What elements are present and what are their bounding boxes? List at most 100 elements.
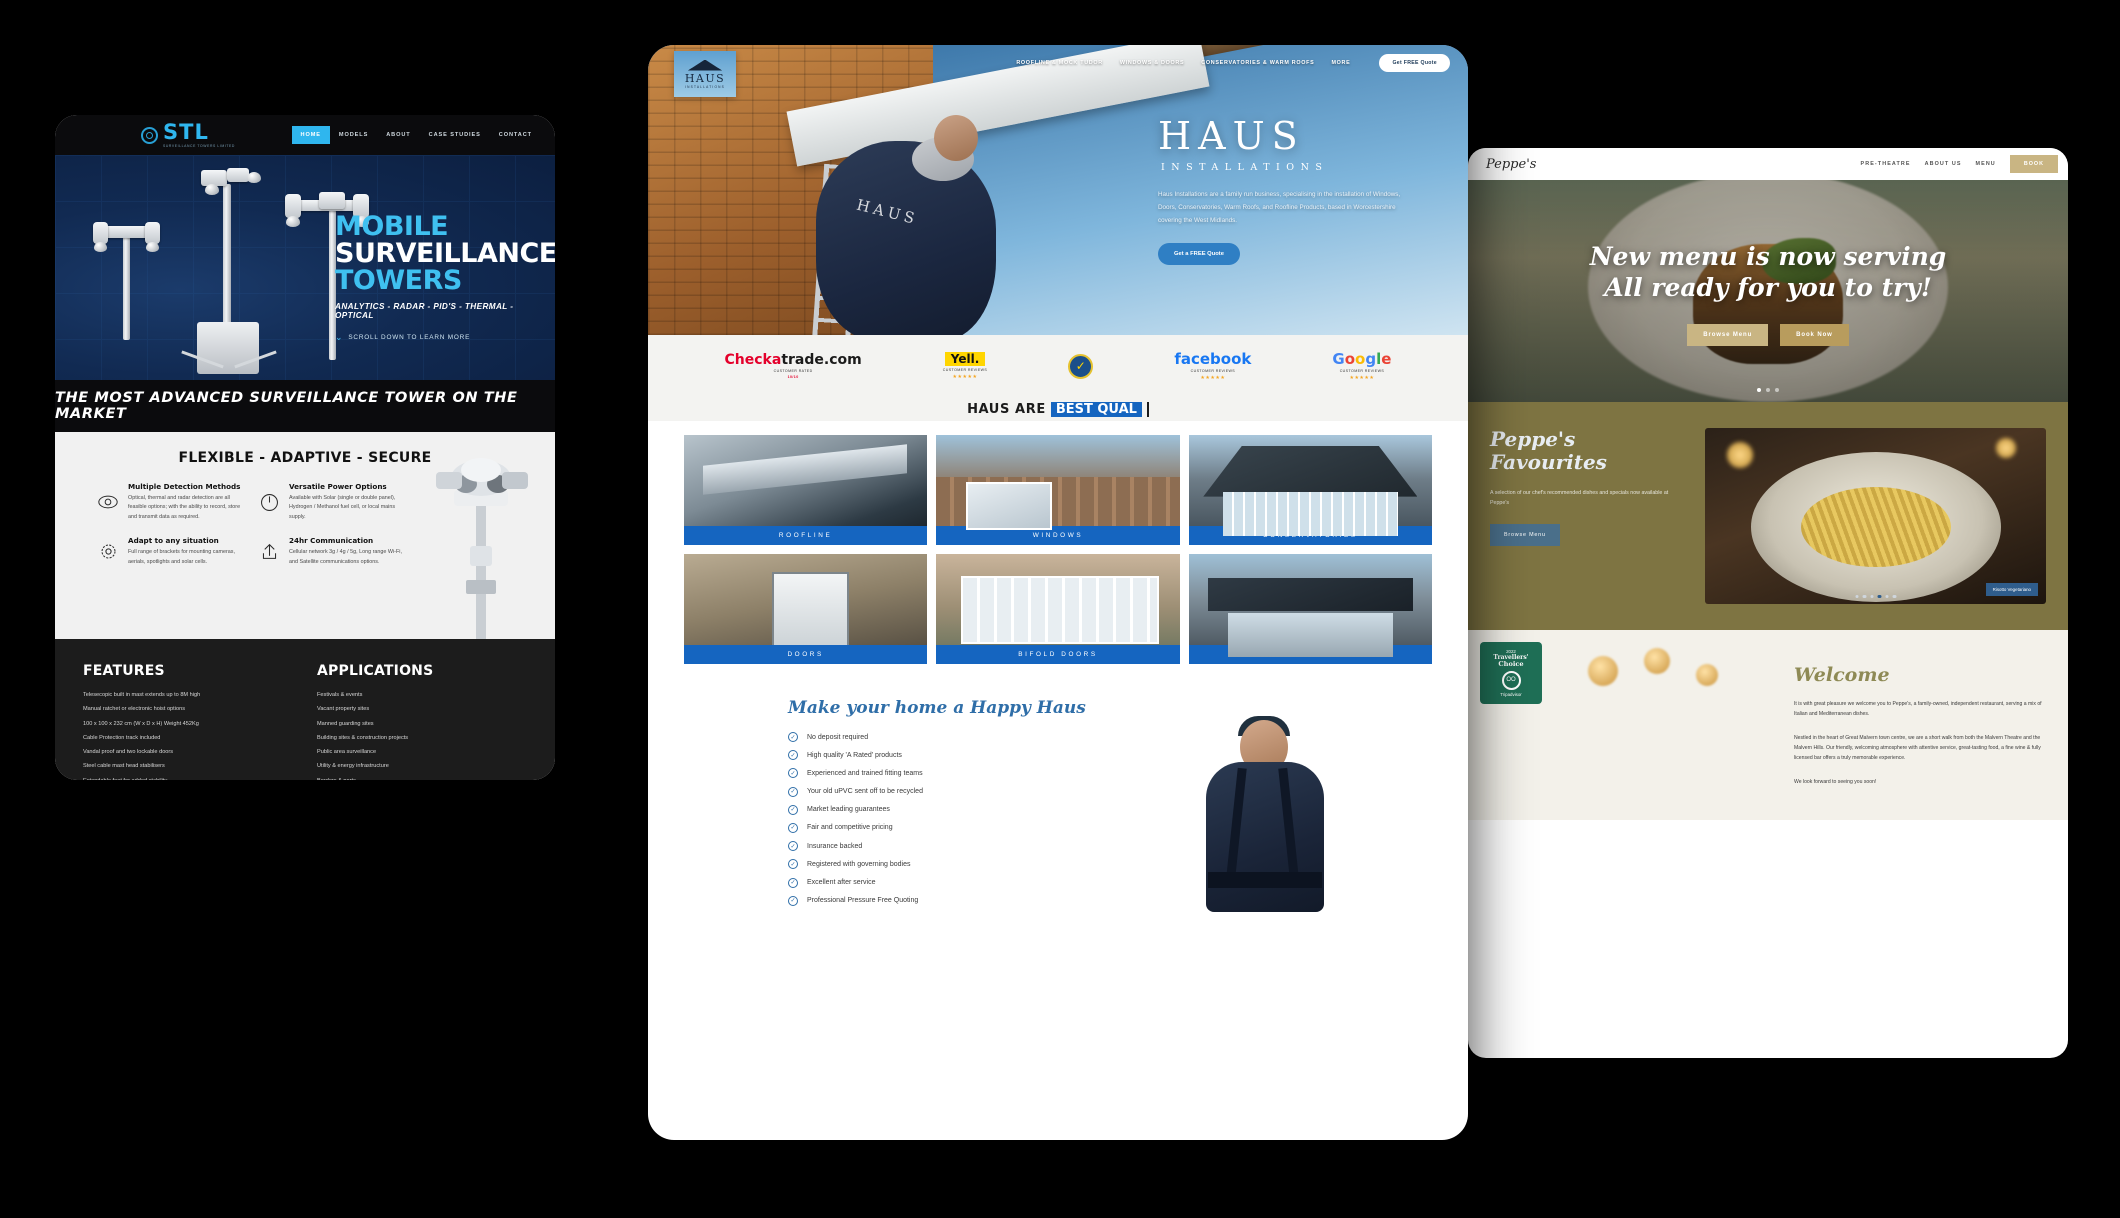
installer-jacket-logo: HAUS <box>854 195 921 229</box>
haus-happy-haus-section: Make your home a Happy Haus ✓ No deposit … <box>648 682 1468 912</box>
google-wordmark: Google <box>1332 349 1392 368</box>
list-item: Telesecopic built in mast extends up to … <box>83 692 201 698</box>
house-roof-icon <box>688 59 722 71</box>
peppes-logo[interactable]: Peppe's <box>1486 157 1536 172</box>
power-icon <box>258 482 280 522</box>
list-item: ✓ Fair and competitive pricing <box>788 822 1468 833</box>
stl-navbar: STL SURVEILLANCE TOWERS LIMITED HOME MOD… <box>55 115 555 155</box>
stl-nav-contact[interactable]: CONTACT <box>490 126 541 144</box>
haus-nav-conservatories[interactable]: CONSERVATORIES & WARM ROOFS <box>1201 60 1314 66</box>
haus-logo[interactable]: HAUS INSTALLATIONS <box>674 51 736 97</box>
list-item: Steel cable mast head stabilisers <box>83 763 165 770</box>
stl-nav-models[interactable]: MODELS <box>330 126 377 144</box>
peppes-favourites-title: Peppe's Favourites <box>1490 428 1685 474</box>
peppes-pendant-lamp <box>1696 664 1718 686</box>
peppes-nav-items: PRE-THEATRE ABOUT US MENU BOOK <box>1861 155 2068 173</box>
haus-hero-title: HAUS <box>1158 114 1305 158</box>
peppes-book-button[interactable]: BOOK <box>2009 155 2058 173</box>
eye-icon <box>97 482 119 522</box>
carousel-dot[interactable] <box>1892 594 1896 598</box>
check-circle-icon: ✓ <box>788 732 798 742</box>
peppes-fav-title-line1: Peppe's <box>1490 427 1576 451</box>
stl-logo-word: STL <box>163 120 209 144</box>
carousel-dot[interactable] <box>1775 388 1779 392</box>
tripadvisor-owl-icon: OO <box>1501 671 1521 691</box>
check-circle-icon: ✓ <box>788 786 798 797</box>
carousel-dot[interactable] <box>1877 594 1881 598</box>
haus-nav-windows-doors[interactable]: WINDOWS & DOORS <box>1120 60 1184 66</box>
gallery-label: ROOFLINE <box>684 526 928 545</box>
google-logo[interactable]: Google CUSTOMER REVIEWS ★★★★★ <box>1332 349 1392 381</box>
peppes-nav-about-us[interactable]: ABOUT US <box>1925 161 1962 167</box>
check-circle-icon: ✓ <box>788 804 798 815</box>
installer-head <box>934 115 978 161</box>
gallery-card-bifold-doors[interactable]: BIFOLD DOORS <box>936 554 1180 664</box>
gallery-card-roofline[interactable]: ROOFLINE <box>684 435 928 545</box>
chevron-double-down-icon: ⌄ <box>335 332 344 342</box>
peppes-favourites-dish-image: Risotto Vegetariano <box>1705 428 2046 604</box>
peppes-website-mockup: Peppe's PRE-THEATRE ABOUT US MENU BOOK N… <box>1468 148 2068 1058</box>
haus-hero-subtitle: INSTALLATIONS <box>1161 162 1329 173</box>
peppes-welcome-text: Welcome It is with great pleasure we wel… <box>1768 630 2068 820</box>
which-trusted-trader-logo[interactable]: ✓ <box>1068 353 1094 379</box>
haus-get-free-quote-button[interactable]: Get FREE Quote <box>1379 54 1450 72</box>
list-item: ✓ Market leading guarantees <box>788 804 1468 815</box>
list-item: ✓ Excellent after service <box>788 877 1468 888</box>
peppes-browse-menu-button[interactable]: Browse Menu <box>1687 324 1769 346</box>
gallery-card-conservatories[interactable]: CONSERVATORIES <box>1188 435 1432 545</box>
carousel-dot[interactable] <box>1885 594 1889 598</box>
stl-feature-card: Multiple Detection Methods Optical, ther… <box>97 482 244 522</box>
peppes-welcome-p2: Nestled in the heart of Great Malvern to… <box>1794 734 2041 761</box>
stl-scroll-label: SCROLL DOWN TO LEARN MORE <box>348 334 471 341</box>
stl-feature-body: Optical, thermal and radar detection are… <box>128 495 241 520</box>
gallery-card-porches[interactable]: PORCHES <box>1188 554 1432 664</box>
gear-icon <box>97 536 119 567</box>
yell-wordmark: Yell. <box>944 352 986 366</box>
haus-nav-roofline[interactable]: ROOFLINE & MOCK TUDOR <box>1016 60 1103 66</box>
facebook-sub: CUSTOMER REVIEWS <box>1190 368 1236 373</box>
stl-feature-card: Versatile Power Options Available with S… <box>258 482 405 522</box>
stl-scroll-cue[interactable]: ⌄ SCROLL DOWN TO LEARN MORE <box>335 332 535 343</box>
haus-best-quality-line: HAUS ARE BEST QUAL <box>648 397 1468 421</box>
list-item: Cable Protection track included <box>83 734 161 741</box>
peppes-nav-pre-theatre[interactable]: PRE-THEATRE <box>1861 161 1911 167</box>
stl-applications-col-title: APPLICATIONS <box>317 663 434 679</box>
stl-feature-title: Versatile Power Options <box>289 482 387 491</box>
yell-sub: CUSTOMER REVIEWS <box>942 368 988 372</box>
peppes-fav-title-line2: Favourites <box>1490 450 1607 474</box>
stl-applications-column: APPLICATIONS Festivals & events Vacant p… <box>317 663 527 780</box>
gallery-card-windows[interactable]: WINDOWS <box>936 435 1180 545</box>
list-item: ✓ Insurance backed <box>788 841 1468 852</box>
carousel-dot[interactable] <box>1855 594 1859 598</box>
tripadvisor-award-badge: 2022 Travellers' Choice OO Tripadvisor <box>1480 642 1542 704</box>
peppes-pasta-plate <box>1750 451 2001 602</box>
stl-nav-about[interactable]: ABOUT <box>377 126 419 144</box>
google-stars: ★★★★★ <box>1349 374 1375 381</box>
checkatrade-score: 10/10 <box>787 375 799 379</box>
peppes-pendant-lamp <box>1588 656 1618 686</box>
haus-nav-more[interactable]: MORE <box>1331 60 1350 66</box>
carousel-dot[interactable] <box>1870 594 1874 598</box>
stl-logo[interactable]: STL SURVEILLANCE TOWERS LIMITED <box>141 122 235 148</box>
facebook-stars: ★★★★★ <box>1200 374 1226 381</box>
yell-logo[interactable]: Yell. CUSTOMER REVIEWS ★★★★★ <box>943 352 987 380</box>
peppes-dish-carousel-dots[interactable] <box>1855 594 1896 598</box>
stl-feature-body: Cellular network 3g / 4g / 5g, Long rang… <box>289 549 402 565</box>
carousel-dot[interactable] <box>1766 388 1770 392</box>
peppes-hero-carousel-dots[interactable] <box>1757 388 1779 392</box>
list-item: Manned guarding sites <box>317 720 374 727</box>
peppes-book-now-button[interactable]: Book Now <box>1780 324 1849 346</box>
carousel-dot[interactable] <box>1757 388 1761 392</box>
peppes-welcome-section: 2022 Travellers' Choice OO Tripadvisor W… <box>1468 630 2068 820</box>
gallery-card-doors[interactable]: DOORS <box>684 554 928 664</box>
stl-nav-case-studies[interactable]: CASE STUDIES <box>420 126 490 144</box>
carousel-dot[interactable] <box>1862 594 1866 598</box>
checkatrade-logo[interactable]: Checkatrade.com CUSTOMER RATED 10/10 <box>725 353 862 379</box>
stl-nav-home[interactable]: HOME <box>291 126 330 144</box>
peppes-favourites-browse-button[interactable]: Browse Menu <box>1490 524 1560 547</box>
peppes-nav-menu[interactable]: MENU <box>1976 161 1996 167</box>
stl-features-list: Telesecopic built in mast extends up to … <box>83 688 293 780</box>
haus-hero-cta-button[interactable]: Get a FREE Quote <box>1158 242 1240 265</box>
stl-features-section: FLEXIBLE - ADAPTIVE - SECURE Multiple De… <box>55 432 555 640</box>
facebook-logo[interactable]: facebook CUSTOMER REVIEWS ★★★★★ <box>1174 351 1251 381</box>
